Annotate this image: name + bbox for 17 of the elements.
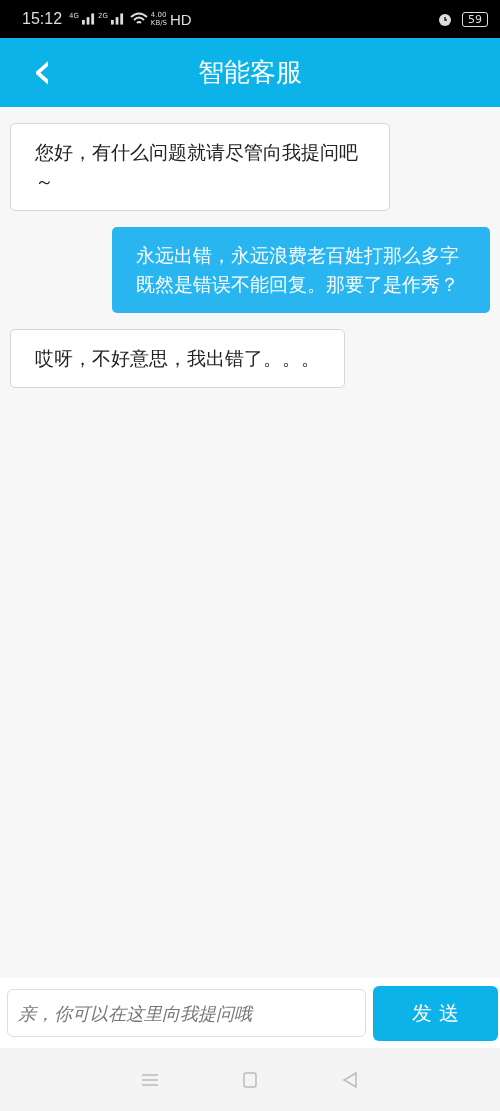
battery-level: 59 <box>462 11 488 27</box>
hd-label: HD <box>170 10 192 28</box>
alarm-clock-icon <box>437 11 453 27</box>
wifi-icon <box>129 12 148 26</box>
signal-icon <box>81 13 95 25</box>
home-square-icon[interactable] <box>240 1071 260 1088</box>
signal-icon <box>110 13 124 25</box>
bot-message-bubble: 哎呀，不好意思，我出错了。。。 <box>10 329 345 388</box>
question-input-field[interactable]: 亲，你可以在这里向我提问哦 <box>7 989 366 1037</box>
bot-message-bubble: 您好，有什么问题就请尽管向我提问吧～ <box>10 123 390 211</box>
menu-icon[interactable] <box>140 1071 160 1088</box>
back-triangle-icon[interactable] <box>340 1071 360 1088</box>
back-button[interactable]: ‹ <box>26 44 59 96</box>
clock-time: 15:12 <box>22 10 63 28</box>
page-title: 智能客服 <box>198 56 302 89</box>
send-button[interactable]: 发 送 <box>373 985 498 1041</box>
user-message-bubble: 永远出错，永远浪费老百姓打那么多字既然是错误不能回复。那要了是作秀？ <box>112 227 490 313</box>
